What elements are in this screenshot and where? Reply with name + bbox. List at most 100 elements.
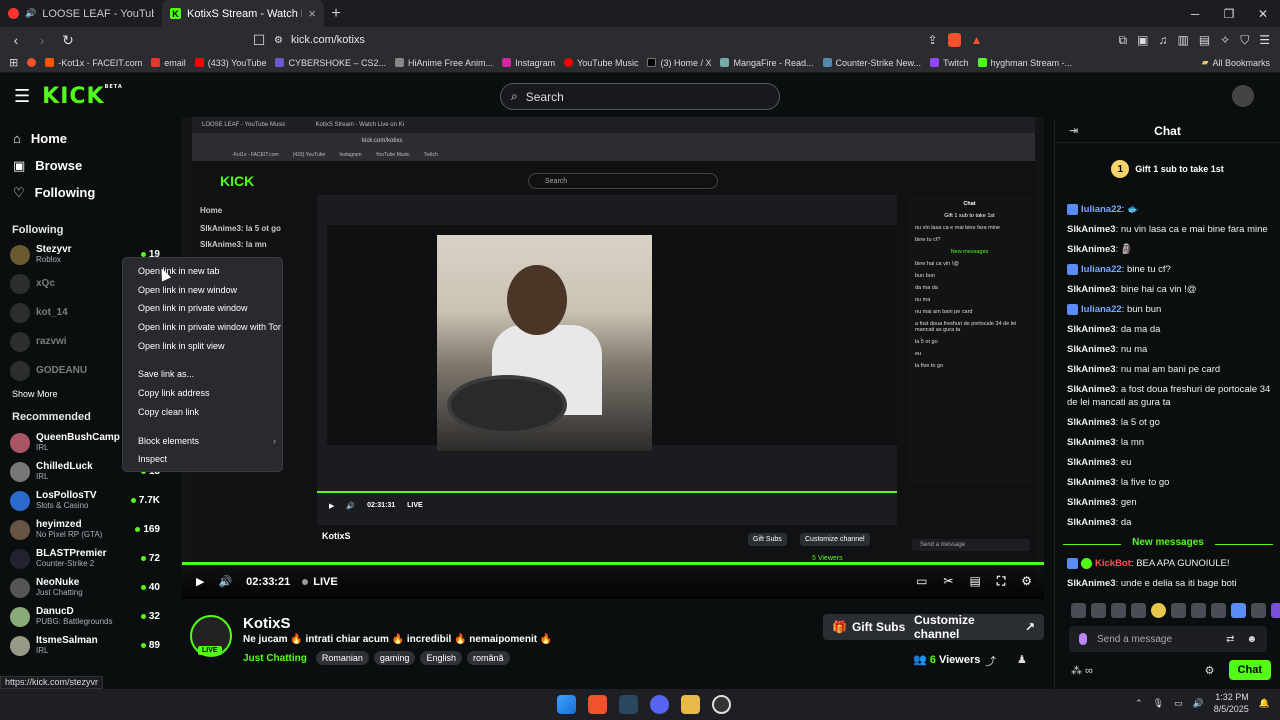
recommended-channel[interactable]: BLASTPremier Counter-Strike 2 72 [0,544,168,573]
mini-player-icon[interactable]: ▭ [916,574,927,589]
recommended-channel[interactable]: ItsmeSalman IRL 89 [0,631,168,660]
nav-browse[interactable]: ▣ Browse [0,152,168,179]
gift-subs-button[interactable]: 🎁 Gift Subs [823,614,915,640]
emote-icon[interactable] [1251,603,1266,618]
emote-icon[interactable] [1091,603,1106,618]
windows-start-icon[interactable] [557,695,576,714]
menu-item-inspect[interactable]: Inspect [123,450,282,469]
nav-home[interactable]: ⌂ Home [0,125,168,152]
back-icon[interactable]: ‹ [6,32,26,48]
menu-item-block-elements[interactable]: Block elements › [123,432,282,451]
brave-rewards-icon[interactable]: ▲ [971,33,983,47]
emote-icon[interactable] [1211,603,1226,618]
screenshot-icon[interactable]: ▣ [1137,33,1148,47]
nav-following[interactable]: ♡ Following [0,179,168,206]
bookmark-item[interactable]: Twitch [930,58,969,68]
menu-item-copy-clean-link[interactable]: Copy clean link [123,403,282,422]
live-indicator[interactable]: LIVE [302,576,338,588]
discord-icon[interactable] [650,695,669,714]
bookmark-item[interactable]: (433) YouTube [194,58,266,68]
network-icon[interactable]: ▭ [1174,698,1183,709]
bookmark-item[interactable]: HiAnime Free Anim... [395,58,493,68]
recommended-channel[interactable]: NeoNuke Just Chatting 40 [0,573,168,602]
volume-icon[interactable]: 🔊 [218,575,232,588]
vpn-icon[interactable]: ⛉ [1240,33,1249,48]
follow-icon[interactable]: ♟ [1017,653,1027,666]
menu-item-open-private-tor[interactable]: Open link in private window with Tor [123,318,282,337]
clock[interactable]: 1:32 PM 8/5/2025 [1214,691,1249,715]
gift-banner[interactable]: 1 Gift 1 sub to take 1st [1055,151,1280,187]
bookmark-item[interactable]: Instagram [502,58,555,68]
url-field[interactable]: ⚙ kick.com/kotixs [262,30,992,50]
translate-icon[interactable]: ⇄ [1226,634,1234,645]
tag[interactable]: gaming [373,651,416,665]
volume-tray-icon[interactable]: 🔊 [1193,698,1204,709]
all-bookmarks[interactable]: ▰ All Bookmarks [1202,57,1270,68]
bookmark-item[interactable]: email [151,58,186,68]
play-icon[interactable]: ▶ [196,575,204,588]
recommended-channel[interactable]: LosPollosTV Slots & Casino 7.7K [0,486,168,515]
user-avatar[interactable] [1232,85,1254,107]
music-icon[interactable]: ♫ [1158,33,1167,47]
steam-icon[interactable] [619,695,638,714]
minimize-icon[interactable]: ─ [1178,0,1212,27]
send-message-input[interactable]: Send a message ⇄ ☻ [1069,626,1267,652]
show-hidden-icons-icon[interactable]: ⌃ [1135,698,1143,709]
menu-item-open-split-view[interactable]: Open link in split view [123,337,282,356]
share-icon[interactable]: ⤴ [985,653,996,669]
wallet-icon[interactable]: ▤ [1199,33,1210,47]
customize-channel-button[interactable]: Customize channel ↗ [905,613,1044,641]
recommended-channel[interactable]: heyimzed No Pixel RP (GTA) 169 [0,515,168,544]
bookmark-item[interactable]: MangaFire - Read... [720,58,814,68]
tag[interactable]: română [466,651,510,665]
bookmark-brave[interactable] [27,58,37,67]
emoji-icon[interactable]: ☻ [1246,634,1257,645]
close-tab-icon[interactable]: × [308,6,316,21]
emote-icon[interactable] [1271,603,1280,618]
restore-icon[interactable]: ❐ [1212,0,1246,27]
video-player[interactable]: LOOSE LEAF - YouTube Music KotixS Stream … [182,117,1044,599]
chat-send-button[interactable]: Chat [1228,660,1271,680]
bookmark-item[interactable]: YouTube Music [564,58,638,68]
emote-icon[interactable] [1071,603,1086,618]
streamer-name[interactable]: KotixS [243,615,291,632]
app-icon[interactable] [712,695,731,714]
sidebar-icon[interactable]: ▥ [1177,33,1188,47]
bookmark-item[interactable]: (3) Home / X [647,58,711,68]
mic-tray-icon[interactable]: 🎙 [1153,698,1164,709]
bookmark-item[interactable]: hyghman Stream -... [977,58,1072,68]
menu-item-open-new-tab[interactable]: Open link in new tab [123,262,282,281]
bookmark-item[interactable]: Counter-Strike New... [822,58,921,68]
menu-item-save-link[interactable]: Save link as... [123,365,282,384]
menu-item-open-private-window[interactable]: Open link in private window [123,299,282,318]
emote-icon[interactable] [1151,603,1166,618]
emote-icon[interactable] [1171,603,1186,618]
brave-shields-icon[interactable] [947,33,961,47]
fullscreen-icon[interactable]: ⛶ [997,574,1005,589]
emote-icon[interactable] [1191,603,1206,618]
bookmark-item[interactable]: -Kot1x - FACEIT.com [45,58,142,68]
emote-icon[interactable] [1131,603,1146,618]
reload-icon[interactable]: ↻ [58,32,78,49]
tag[interactable]: English [420,651,462,665]
recommended-channel[interactable]: DanucD PUBG: Battlegrounds 32 [0,602,168,631]
tab-kick[interactable]: K KotixS Stream - Watch Live on Ki × [162,0,324,27]
kick-logo[interactable]: KICKBETA [42,84,123,109]
file-explorer-icon[interactable] [681,695,700,714]
apps-icon[interactable]: ⊞ [9,56,18,69]
hamburger-menu-icon[interactable]: ☰ [14,86,30,107]
menu-item-copy-link[interactable]: Copy link address [123,384,282,403]
collapse-chat-icon[interactable]: ⇥ [1069,124,1078,137]
leo-icon[interactable]: ✧ [1220,33,1230,47]
share-icon[interactable]: ⇪ [928,33,938,47]
search-input[interactable]: ⌕ Search [500,83,780,110]
tag[interactable]: Romanian [315,651,369,665]
site-info-icon[interactable]: ⚙ [274,35,283,46]
close-window-icon[interactable]: ✕ [1246,0,1280,27]
extensions-icon[interactable]: ⧉ [1119,33,1128,48]
emote-icon[interactable] [1231,603,1246,618]
clip-icon[interactable]: ✂ [943,574,953,589]
menu-icon[interactable]: ☰ [1259,33,1270,47]
emote-icon[interactable] [1111,603,1126,618]
chat-settings-gear-icon[interactable]: ⚙ [1205,664,1215,677]
